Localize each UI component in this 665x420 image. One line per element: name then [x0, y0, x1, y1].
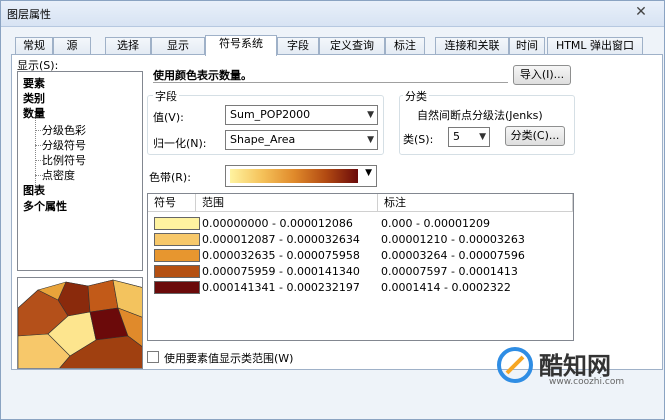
- tab-definition-query[interactable]: 定义查询: [319, 37, 385, 55]
- tree-item-charts[interactable]: 图表: [23, 182, 45, 198]
- watermark-brand: 酷知网: [539, 352, 611, 380]
- tree-item-graduated-colors[interactable]: 分级色彩: [42, 122, 86, 138]
- watermark-logo-icon: [497, 347, 533, 383]
- tab-symbology[interactable]: 符号系统: [205, 35, 277, 56]
- renderer-preview-image: [17, 277, 143, 369]
- class-label: 0.00007597 - 0.0001413: [381, 265, 518, 278]
- close-icon[interactable]: ✕: [632, 3, 650, 21]
- classes-count-select[interactable]: 5 ▼: [448, 127, 490, 147]
- divider: [153, 82, 508, 83]
- class-symbol-swatch[interactable]: [154, 265, 200, 278]
- classification-method: 自然间断点分级法(Jenks): [417, 109, 543, 122]
- classes-label: 类(S):: [403, 133, 434, 146]
- normalization-label: 归一化(N):: [153, 137, 207, 150]
- class-symbol-swatch[interactable]: [154, 217, 200, 230]
- tab-fields[interactable]: 字段: [277, 37, 319, 55]
- class-symbol-swatch[interactable]: [154, 281, 200, 294]
- tree-line: [35, 114, 36, 187]
- table-row[interactable]: 0.000141341 - 0.000232197 0.0001414 - 0.…: [148, 280, 573, 296]
- renderer-description: 使用颜色表示数量。: [153, 69, 252, 82]
- fields-group-title: 字段: [153, 88, 179, 104]
- table-row[interactable]: 0.000032635 - 0.000075958 0.00003264 - 0…: [148, 248, 573, 264]
- tab-selection[interactable]: 选择: [105, 37, 151, 55]
- table-row[interactable]: 0.000075959 - 0.000141340 0.00007597 - 0…: [148, 264, 573, 280]
- tab-time[interactable]: 时间: [509, 37, 545, 55]
- table-row[interactable]: 0.000012087 - 0.000032634 0.00001210 - 0…: [148, 232, 573, 248]
- title-bar[interactable]: 图层属性 ✕: [1, 1, 664, 27]
- value-field-select[interactable]: Sum_POP2000 ▼: [225, 105, 378, 125]
- window-title: 图层属性: [7, 8, 51, 21]
- class-range: 0.00000000 - 0.000012086: [202, 217, 353, 230]
- classes-count-selected: 5: [453, 130, 460, 143]
- column-header-symbol[interactable]: 符号: [148, 194, 196, 212]
- class-range: 0.000141341 - 0.000232197: [202, 281, 360, 294]
- table-row[interactable]: 0.00000000 - 0.000012086 0.000 - 0.00001…: [148, 216, 573, 232]
- tree-item-graduated-symbols[interactable]: 分级符号: [42, 137, 86, 153]
- watermark-url: www.coozhi.com: [549, 377, 625, 387]
- tab-html-popup[interactable]: HTML 弹出窗口: [547, 37, 643, 55]
- classify-button[interactable]: 分类(C)...: [505, 126, 565, 146]
- color-ramp-select[interactable]: ▼: [225, 165, 377, 187]
- chevron-down-icon: ▼: [479, 132, 486, 142]
- tab-display[interactable]: 显示: [151, 37, 205, 55]
- value-label: 值(V):: [153, 111, 184, 124]
- show-class-ranges-label[interactable]: 使用要素值显示类范围(W): [164, 350, 293, 366]
- class-label: 0.00001210 - 0.00003263: [381, 233, 525, 246]
- show-class-ranges-checkbox[interactable]: [147, 351, 159, 363]
- class-range: 0.000012087 - 0.000032634: [202, 233, 360, 246]
- map-thumbnail-icon: [18, 278, 142, 368]
- class-range: 0.000075959 - 0.000141340: [202, 265, 360, 278]
- chevron-down-icon: ▼: [367, 110, 374, 120]
- chevron-down-icon: ▼: [365, 168, 372, 178]
- tab-labels[interactable]: 标注: [385, 37, 425, 55]
- class-symbol-swatch[interactable]: [154, 233, 200, 246]
- tree-item-categories[interactable]: 类别: [23, 90, 45, 106]
- class-label: 0.000 - 0.00001209: [381, 217, 490, 230]
- tab-joins-relates[interactable]: 连接和关联: [435, 37, 509, 55]
- tab-general[interactable]: 常规: [15, 37, 53, 55]
- color-ramp-label: 色带(R):: [149, 171, 191, 184]
- value-field-selected: Sum_POP2000: [230, 108, 311, 121]
- color-ramp-swatch: [230, 169, 358, 183]
- tree-item-dot-density[interactable]: 点密度: [42, 167, 75, 183]
- import-button[interactable]: 导入(I)...: [513, 65, 571, 85]
- class-label: 0.0001414 - 0.0002322: [381, 281, 511, 294]
- normalization-field-selected: Shape_Area: [230, 133, 296, 146]
- column-header-label[interactable]: 标注: [378, 194, 573, 212]
- column-header-range[interactable]: 范围: [196, 194, 378, 212]
- renderer-tree: 要素 类别 数量 分级色彩 分级符号 比例符号 点密度 图表 多个属性: [17, 71, 143, 271]
- tab-source[interactable]: 源: [53, 37, 91, 55]
- normalization-field-select[interactable]: Shape_Area ▼: [225, 130, 378, 150]
- tree-item-multiple-attributes[interactable]: 多个属性: [23, 198, 67, 214]
- class-range: 0.000032635 - 0.000075958: [202, 249, 360, 262]
- class-breaks-table: 符号 范围 标注 0.00000000 - 0.000012086 0.000 …: [147, 193, 574, 341]
- tree-item-proportional-symbols[interactable]: 比例符号: [42, 152, 86, 168]
- class-label: 0.00003264 - 0.00007596: [381, 249, 525, 262]
- class-symbol-swatch[interactable]: [154, 249, 200, 262]
- layer-properties-dialog: 图层属性 ✕ 常规 源 选择 显示 符号系统 字段 定义查询 标注 连接和关联 …: [0, 0, 665, 420]
- classification-group-title: 分类: [403, 88, 429, 104]
- tree-item-features[interactable]: 要素: [23, 75, 45, 91]
- chevron-down-icon: ▼: [367, 135, 374, 145]
- tree-item-quantities[interactable]: 数量: [23, 105, 45, 121]
